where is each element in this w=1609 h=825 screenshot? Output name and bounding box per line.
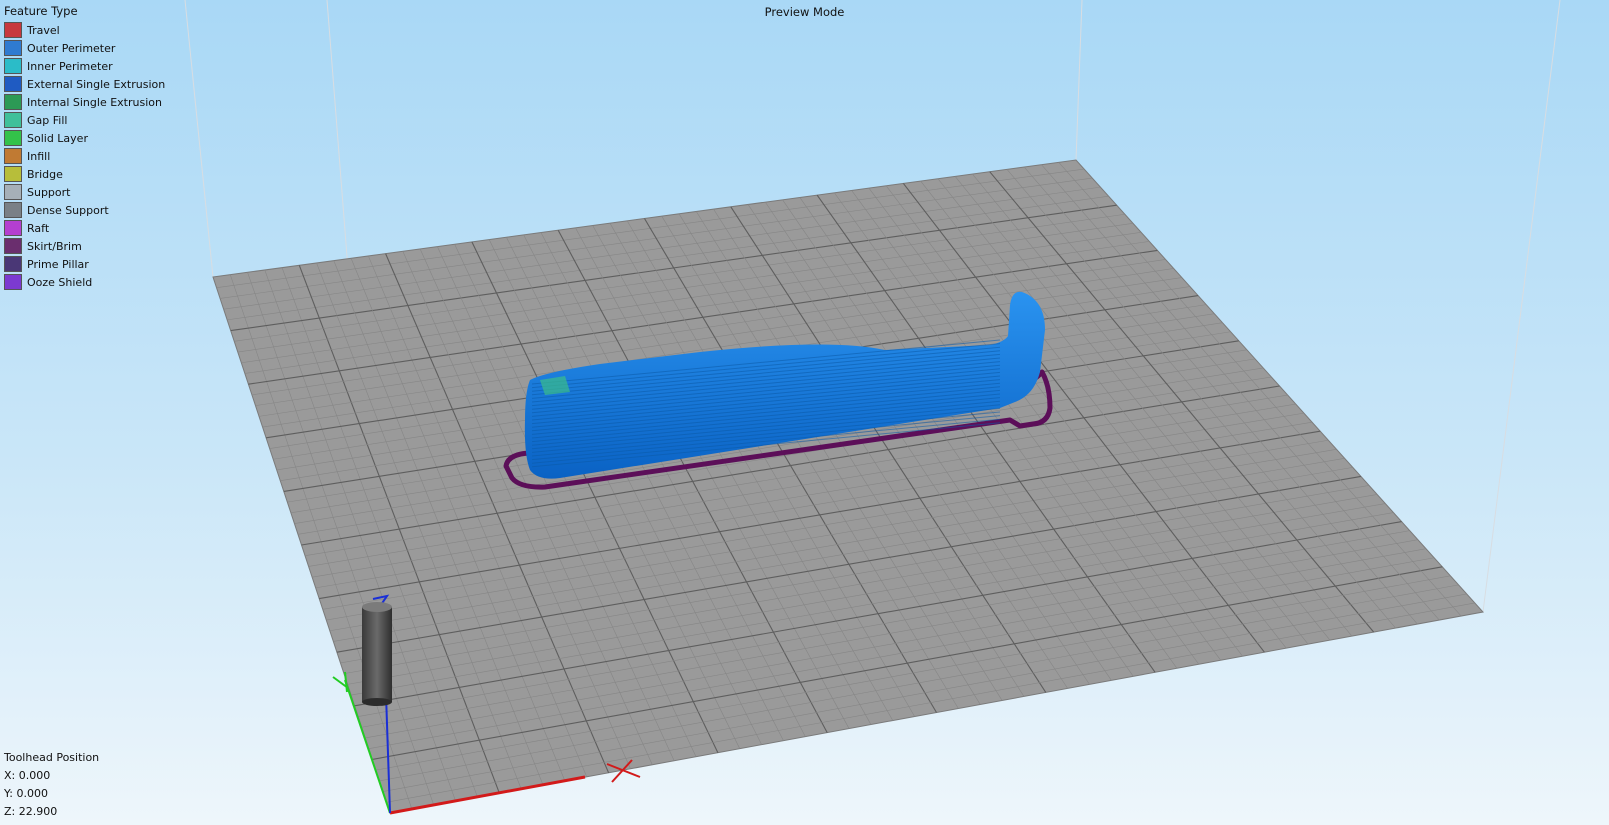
legend-item: Gap Fill — [4, 111, 165, 129]
legend-swatch — [4, 184, 22, 200]
legend-swatch — [4, 256, 22, 272]
legend-swatch — [4, 238, 22, 254]
legend-item: Travel — [4, 21, 165, 39]
legend-item: Prime Pillar — [4, 255, 165, 273]
feature-type-legend: Feature Type Travel Outer Perimeter Inner … — [4, 5, 165, 291]
legend-label: Travel — [27, 23, 60, 37]
toolhead-position-panel: Toolhead Position X: 0.000 Y: 0.000 Z: 2… — [4, 749, 99, 821]
toolhead-z: Z: 22.900 — [4, 805, 58, 818]
legend-label: Solid Layer — [27, 131, 88, 145]
legend-title: Feature Type — [4, 4, 78, 18]
legend-item: Solid Layer — [4, 129, 165, 147]
legend-label: Internal Single Extrusion — [27, 95, 162, 109]
legend-item: Bridge — [4, 165, 165, 183]
toolhead-title: Toolhead Position — [4, 751, 100, 764]
legend-label: Dense Support — [27, 203, 109, 217]
legend-item: Raft — [4, 219, 165, 237]
legend-swatch — [4, 148, 22, 164]
legend-label: Prime Pillar — [27, 257, 89, 271]
toolhead-x: X: 0.000 — [4, 769, 51, 782]
legend-label: Skirt/Brim — [27, 239, 82, 253]
legend-label: External Single Extrusion — [27, 77, 166, 91]
legend-swatch — [4, 220, 22, 236]
legend-swatch — [4, 58, 22, 74]
toolhead-nozzle — [362, 602, 392, 706]
legend-item: Skirt/Brim — [4, 237, 165, 255]
legend-swatch — [4, 274, 22, 290]
legend-label: Gap Fill — [27, 113, 68, 127]
legend-label: Bridge — [27, 167, 63, 181]
legend-item: Ooze Shield — [4, 273, 165, 291]
legend-label: Outer Perimeter — [27, 41, 116, 55]
legend-item: Dense Support — [4, 201, 165, 219]
y-axis-label — [332, 671, 349, 693]
legend-swatch — [4, 112, 22, 128]
legend-item: Infill — [4, 147, 165, 165]
legend-swatch — [4, 166, 22, 182]
legend-label: Ooze Shield — [27, 275, 93, 289]
legend-item: Inner Perimeter — [4, 57, 165, 75]
legend-label: Raft — [27, 221, 50, 235]
build-volume-viewport[interactable] — [0, 0, 1609, 825]
legend-item: Outer Perimeter — [4, 39, 165, 57]
view-mode-title: Preview Mode — [764, 5, 845, 19]
legend-item: External Single Extrusion — [4, 75, 165, 93]
legend-item: Internal Single Extrusion — [4, 93, 165, 111]
legend-swatch — [4, 202, 22, 218]
legend-label: Infill — [27, 149, 51, 163]
legend-swatch — [4, 130, 22, 146]
legend-swatch — [4, 22, 22, 38]
legend-swatch — [4, 94, 22, 110]
legend-label: Inner Perimeter — [27, 59, 113, 73]
legend-label: Support — [27, 185, 71, 199]
toolhead-y: Y: 0.000 — [4, 787, 48, 800]
legend-swatch — [4, 40, 22, 56]
legend-swatch — [4, 76, 22, 92]
legend-item: Support — [4, 183, 165, 201]
